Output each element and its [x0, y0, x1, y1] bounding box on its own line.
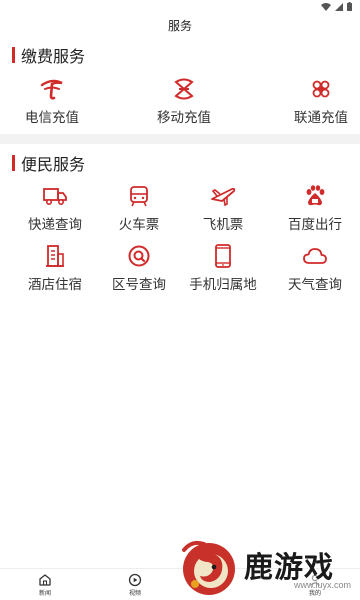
battery-icon: [347, 2, 352, 11]
delivery-truck-icon: [41, 183, 69, 209]
grid-item-flight-ticket[interactable]: 飞机票: [181, 183, 265, 233]
grid-item-telecom-recharge[interactable]: 电信充值: [13, 76, 91, 126]
play-icon: [128, 573, 142, 586]
grid-item-phone-location[interactable]: 手机归属地: [181, 243, 265, 293]
baidu-paw-icon: [301, 183, 329, 209]
grid-item-label: 联通充值: [294, 110, 348, 126]
section-title: 便民服务: [21, 155, 86, 174]
grid-item-label: 天气查询: [288, 277, 342, 293]
cloud-icon: [301, 243, 329, 269]
grid-item-label: 火车票: [118, 217, 160, 233]
grid-item-label: 快递查询: [28, 217, 82, 233]
grid-item-label: 酒店住宿: [28, 277, 82, 293]
airplane-icon: [209, 183, 237, 209]
watermark-url: www.luyx.com: [294, 580, 352, 590]
watermark: 鹿游戏 www.luyx.com: [178, 536, 360, 600]
home-icon: [39, 573, 51, 586]
grid-item-label: 手机归属地: [189, 277, 257, 293]
grid-item-area-code[interactable]: 区号查询: [97, 243, 181, 293]
mobile-phone-icon: [209, 243, 237, 269]
deer-logo-icon: [182, 540, 235, 595]
convenience-grid-row-2: 酒店住宿 区号查询 手机归属地 天气查询: [0, 243, 360, 293]
nav-label: 新闻: [38, 589, 51, 597]
grid-item-unicom-recharge[interactable]: 联通充值: [282, 76, 360, 126]
payment-grid: 电信充值 移动充值 联通充值: [0, 76, 360, 126]
section-title: 缴费服务: [21, 47, 86, 66]
nav-label: 视频: [128, 589, 141, 597]
grid-item-express-tracking[interactable]: 快递查询: [13, 183, 97, 233]
status-bar: [0, 0, 360, 14]
convenience-grid-row-1: 快递查询 火车票 飞机票 百度出行: [0, 183, 360, 233]
china-unicom-icon: [307, 76, 335, 102]
wifi-icon: [321, 2, 331, 11]
section-divider: [0, 134, 360, 144]
china-mobile-icon: [170, 76, 198, 102]
status-icons: [321, 2, 352, 11]
page-title: 服务: [167, 19, 192, 33]
grid-item-label: 区号查询: [112, 277, 166, 293]
section-header-convenience: 便民服务: [12, 153, 86, 174]
grid-item-label: 电信充值: [25, 110, 79, 126]
grid-item-weather[interactable]: 天气查询: [273, 243, 357, 293]
grid-item-label: 飞机票: [202, 217, 244, 233]
grid-item-train-ticket[interactable]: 火车票: [97, 183, 181, 233]
grid-item-label: 移动充值: [157, 110, 211, 126]
section-header-payment: 缴费服务: [12, 45, 86, 66]
section-accent-bar: [12, 155, 15, 171]
grid-item-mobile-recharge[interactable]: 移动充值: [145, 76, 223, 126]
grid-item-label: 百度出行: [288, 217, 342, 233]
grid-item-hotel[interactable]: 酒店住宿: [13, 243, 97, 293]
nav-item-video[interactable]: 视频: [90, 569, 180, 600]
hotel-building-icon: [41, 243, 69, 269]
train-icon: [125, 183, 153, 209]
area-code-search-icon: [125, 243, 153, 269]
section-accent-bar: [12, 47, 15, 63]
nav-item-news[interactable]: 新闻: [0, 569, 90, 600]
china-telecom-icon: [38, 76, 66, 102]
grid-item-baidu-travel[interactable]: 百度出行: [273, 183, 357, 233]
signal-icon: [335, 2, 343, 11]
